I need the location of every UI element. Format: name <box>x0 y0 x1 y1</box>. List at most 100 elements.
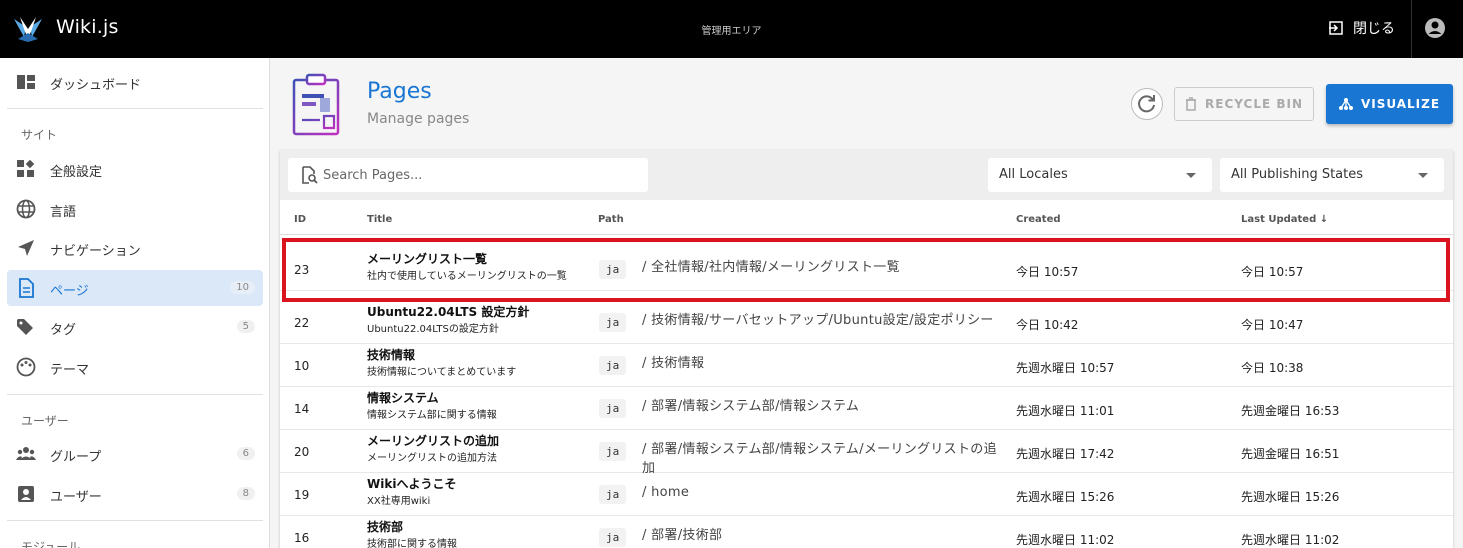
tag-icon <box>17 319 33 335</box>
row-locale: ja <box>599 528 627 547</box>
column-header-last-updated[interactable]: Last Updated ↓ <box>1241 214 1328 225</box>
clipboard-icon <box>292 73 340 136</box>
sidebar-item-tags[interactable]: タグ 5 <box>7 309 263 345</box>
row-description: メーリングリストの追加方法 <box>367 453 497 464</box>
sidebar-item-label: 言語 <box>50 205 77 220</box>
row-path: / 部署/技術部 <box>642 528 723 543</box>
recycle-bin-label: RECYCLE BIN <box>1205 97 1303 111</box>
tags-count-badge: 5 <box>236 320 255 333</box>
trash-icon <box>1186 97 1196 111</box>
area-title: 管理用エリア <box>701 26 762 37</box>
sidebar-item-users[interactable]: ユーザー 8 <box>7 476 263 512</box>
row-id: 16 <box>294 531 310 545</box>
top-bar: Wiki.js 管理用エリア 閉じる <box>0 0 1463 58</box>
exit-icon <box>1329 21 1343 35</box>
row-path: / 技術情報 <box>642 356 705 371</box>
sidebar-item-general[interactable]: 全般設定 <box>7 151 263 187</box>
row-title: 技術部 <box>367 520 404 534</box>
row-description: 技術情報についてまとめています <box>367 367 517 378</box>
sitemap-icon <box>1338 98 1353 110</box>
page-title: Pages <box>367 79 432 104</box>
sidebar-item-language[interactable]: 言語 <box>7 191 263 227</box>
publishing-state-select[interactable]: All Publishing States <box>1220 158 1444 192</box>
row-path: / 技術情報/サーバセットアップ/Ubuntu設定/設定ポリシー <box>642 313 994 328</box>
groups-count-badge: 6 <box>236 447 255 460</box>
refresh-icon <box>1138 95 1155 113</box>
globe-icon <box>16 199 36 219</box>
sidebar-item-pages[interactable]: ページ 10 <box>7 270 263 306</box>
chevron-down-icon <box>1186 173 1196 178</box>
row-title: Wikiへようこそ <box>367 477 457 491</box>
section-header-modules: モジュール <box>21 540 81 548</box>
row-description: 技術部に関する情報 <box>367 539 457 548</box>
row-id: 23 <box>294 263 310 277</box>
last-updated-label: Last Updated <box>1241 214 1317 225</box>
table-row[interactable]: 14 情報システム 情報システム部に関する情報 ja / 部署/情報システム部/… <box>280 387 1453 430</box>
row-created: 先週水曜日 15:26 <box>1016 490 1115 504</box>
table-row[interactable]: 20 メーリングリストの追加 メーリングリストの追加方法 ja / 部署/情報シ… <box>280 430 1453 476</box>
row-title: 情報システム <box>367 391 439 405</box>
sidebar-item-dashboard[interactable]: ダッシュボード <box>7 64 263 100</box>
column-header-path[interactable]: Path <box>598 214 624 225</box>
row-description: 情報システム部に関する情報 <box>367 410 497 421</box>
sidebar-item-label: ユーザー <box>50 490 102 505</box>
sidebar-item-label: テーマ <box>50 363 90 378</box>
row-title: 技術情報 <box>367 348 416 362</box>
sidebar-divider <box>7 520 263 521</box>
row-description: Ubuntu22.04LTSの設定方針 <box>367 324 499 335</box>
topbar-divider <box>1411 0 1412 58</box>
recycle-bin-button[interactable]: RECYCLE BIN <box>1174 87 1314 121</box>
row-updated: 今日 10:47 <box>1241 318 1304 332</box>
sidebar-item-label: ダッシュボード <box>50 78 142 93</box>
column-header-title[interactable]: Title <box>367 214 392 225</box>
users-count-badge: 8 <box>236 487 255 500</box>
sidebar-item-label: ナビゲーション <box>50 244 141 259</box>
table-row[interactable]: 10 技術情報 技術情報についてまとめています ja / 技術情報 先週水曜日 … <box>280 344 1453 387</box>
table-row[interactable]: 22 Ubuntu22.04LTS 設定方針 Ubuntu22.04LTSの設定… <box>280 301 1453 344</box>
table-row[interactable]: 23 メーリングリスト一覧 社内で使用しているメーリングリストの一覧 ja / … <box>280 248 1453 291</box>
row-locale: ja <box>599 399 627 418</box>
section-header-site: サイト <box>21 128 58 142</box>
sidebar-item-theme[interactable]: テーマ <box>7 349 263 385</box>
sidebar: ダッシュボード サイト 全般設定 言語 ナビゲーション ページ 10 タグ 5 … <box>0 58 270 548</box>
header-divider <box>280 234 1453 235</box>
row-created: 先週水曜日 11:02 <box>1016 533 1115 547</box>
widgets-icon <box>17 159 35 177</box>
palette-icon <box>16 357 36 377</box>
row-created: 今日 10:57 <box>1016 265 1079 279</box>
publishing-select-value: All Publishing States <box>1231 167 1364 182</box>
table-row[interactable]: 16 技術部 技術部に関する情報 ja / 部署/技術部 先週水曜日 11:02… <box>280 516 1453 548</box>
search-box[interactable] <box>288 158 648 192</box>
row-updated: 先週水曜日 11:02 <box>1241 533 1340 547</box>
column-header-id[interactable]: ID <box>294 214 306 225</box>
sidebar-item-label: 全般設定 <box>50 165 103 180</box>
row-id: 19 <box>294 488 310 502</box>
row-created: 先週水曜日 17:42 <box>1016 447 1115 461</box>
search-input[interactable] <box>323 164 633 186</box>
row-locale: ja <box>599 313 627 332</box>
row-id: 10 <box>294 359 310 373</box>
sidebar-divider <box>7 108 263 109</box>
row-id: 20 <box>294 445 310 459</box>
row-updated: 先週水曜日 15:26 <box>1241 490 1340 504</box>
account-icon[interactable] <box>1424 17 1446 39</box>
sidebar-item-groups[interactable]: グループ 6 <box>7 436 263 472</box>
column-header-created[interactable]: Created <box>1016 214 1061 225</box>
row-locale: ja <box>599 356 627 375</box>
row-locale: ja <box>599 485 627 504</box>
row-id: 22 <box>294 316 310 330</box>
table-row[interactable]: 19 Wikiへようこそ XX社専用wiki ja / home 先週水曜日 1… <box>280 473 1453 516</box>
sort-desc-icon: ↓ <box>1319 214 1329 225</box>
sidebar-item-label: グループ <box>50 450 102 465</box>
close-label: 閉じる <box>1353 21 1395 37</box>
sidebar-item-label: タグ <box>50 323 77 338</box>
row-updated: 先週金曜日 16:53 <box>1241 404 1340 418</box>
sidebar-item-navigation[interactable]: ナビゲーション <box>7 230 263 266</box>
close-admin-button[interactable]: 閉じる <box>1328 17 1395 39</box>
row-path: / 部署/情報システム部/情報システム <box>642 399 860 414</box>
visualize-button[interactable]: VISUALIZE <box>1326 84 1453 124</box>
refresh-button[interactable] <box>1131 88 1163 120</box>
pages-count-badge: 10 <box>230 281 255 294</box>
locale-select[interactable]: All Locales <box>988 158 1212 192</box>
row-updated: 今日 10:57 <box>1241 265 1304 279</box>
